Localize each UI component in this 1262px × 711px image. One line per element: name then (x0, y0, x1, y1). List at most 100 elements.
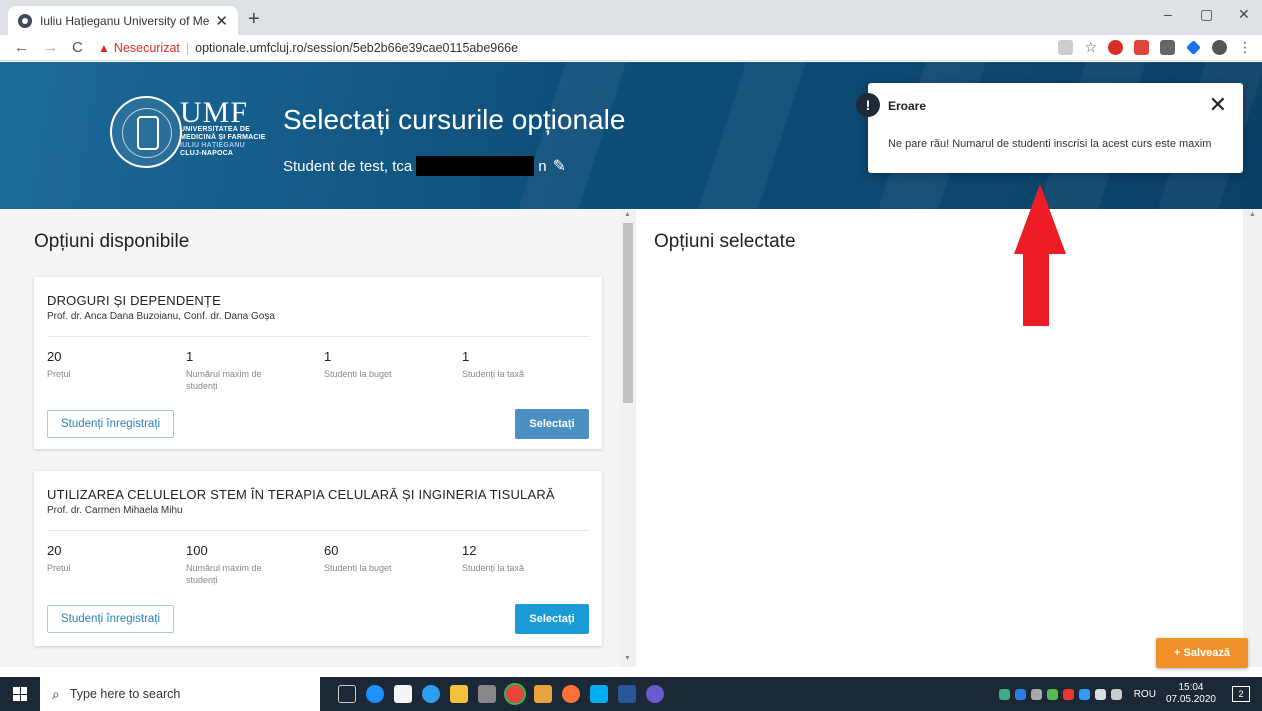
student-name: Student de test, tca n ✎ (283, 156, 566, 176)
profile-icon[interactable] (1212, 40, 1227, 55)
left-scrollbar[interactable]: ▲ ▼ (620, 209, 636, 667)
language-indicator[interactable]: ROU (1134, 689, 1156, 700)
taskbar-search[interactable]: ⌕ Type here to search (40, 677, 320, 711)
stat-label: Studenti la buget (324, 563, 392, 573)
browser-toolbar: ← → C ▲ Nesecurizat | optionale.umfcluj.… (0, 35, 1262, 61)
system-tray: ROU 15:04 07.05.2020 2 (998, 677, 1262, 711)
word-icon[interactable] (618, 685, 636, 703)
stat-label: Numărul maxim de studenți (186, 563, 262, 585)
student-name-prefix: Student de test, tca (283, 157, 413, 175)
logo-line: MEDICINĂ ȘI FARMACIE (180, 134, 266, 141)
save-button[interactable]: + Salvează (1156, 638, 1248, 668)
course-name: DROGURI ȘI DEPENDENȚE (47, 293, 221, 308)
insecure-label: Nesecurizat (113, 41, 180, 55)
toolbar-icons: ☆ ⋮ (1058, 39, 1252, 56)
clock[interactable]: 15:04 07.05.2020 (1166, 682, 1216, 706)
stat-value: 60 (324, 543, 339, 558)
available-options-title: Opțiuni disponibile (34, 231, 190, 252)
restore-button[interactable]: ▢ (1200, 6, 1213, 23)
minimize-button[interactable]: – (1164, 6, 1172, 22)
network-icon[interactable] (1094, 688, 1106, 700)
adblock-icon[interactable] (1108, 40, 1123, 55)
select-course-button[interactable]: Selectați (515, 409, 589, 439)
red-arrow-shaft (1023, 252, 1049, 326)
stat-value: 20 (47, 349, 62, 364)
volume-icon[interactable] (1110, 688, 1122, 700)
warning-icon: ▲ (98, 41, 110, 55)
tray-app-icon[interactable] (1014, 688, 1026, 700)
url-separator: | (185, 41, 190, 55)
selected-options-title: Opțiuni selectate (654, 231, 796, 252)
stat-label: Studenți la taxă (462, 369, 525, 379)
stat-max-students: 100 Numărul maxim de studenți (186, 543, 286, 586)
scroll-down-icon[interactable]: ▼ (624, 655, 631, 662)
card-divider (47, 530, 589, 531)
tab-title: Iuliu Hațieganu University of Me (40, 13, 210, 28)
taskbar-apps (338, 683, 664, 705)
scroll-up-icon[interactable]: ▲ (624, 211, 631, 218)
tray-app-icon[interactable] (998, 688, 1010, 700)
right-scrollbar[interactable]: ▲ (1243, 209, 1262, 667)
umf-logo: UMF UNIVERSITATEA DE MEDICINĂ ȘI FARMACI… (180, 98, 266, 158)
outlook-icon[interactable] (534, 685, 552, 703)
chrome-icon[interactable] (504, 683, 526, 705)
start-button[interactable] (0, 677, 40, 711)
calculator-icon[interactable] (478, 685, 496, 703)
logo-line: IULIU HAȚIEGANU (180, 142, 245, 149)
university-seal-icon (110, 96, 182, 168)
notification-icon[interactable]: 2 (1232, 686, 1250, 702)
stat-value: 1 (324, 349, 332, 364)
skype-icon[interactable] (590, 685, 608, 703)
tray-icons (998, 688, 1122, 700)
tray-app-icon[interactable] (1046, 688, 1058, 700)
course-professor: Prof. dr. Carmen Mihaela Mihu (47, 505, 183, 516)
translate-icon[interactable] (1058, 40, 1074, 55)
reload-icon[interactable]: C (72, 39, 83, 56)
window-close-button[interactable]: ✕ (1238, 6, 1250, 23)
tray-app-icon[interactable] (1062, 688, 1074, 700)
file-explorer-icon[interactable] (450, 685, 468, 703)
extension-red-icon[interactable] (1134, 40, 1149, 55)
paint-icon[interactable] (646, 685, 664, 703)
address-bar[interactable]: ▲ Nesecurizat | optionale.umfcluj.ro/ses… (98, 37, 998, 59)
bluetooth-icon[interactable] (1078, 688, 1090, 700)
ie-icon[interactable] (422, 685, 440, 703)
selected-options-panel: Opțiuni selectate (636, 209, 1243, 667)
red-arrow-head (1014, 184, 1066, 254)
tab-close-icon[interactable]: ✕ (215, 12, 228, 30)
browser-tab[interactable]: Iuliu Hațieganu University of Me ✕ (8, 6, 238, 35)
forward-icon[interactable]: → (43, 39, 58, 56)
clock-time: 15:04 (1178, 682, 1204, 693)
windows-logo-icon (13, 687, 27, 701)
windows-taskbar: ⌕ Type here to search ROU 15:04 07.05.20… (0, 677, 1262, 711)
task-view-icon[interactable] (338, 685, 356, 703)
error-toast: ! Eroare ✕ Ne pare rău! Numarul de stude… (856, 83, 1243, 173)
scrollbar-thumb[interactable] (623, 223, 633, 403)
tray-app-icon[interactable] (1030, 688, 1042, 700)
scroll-up-icon[interactable]: ▲ (1249, 211, 1256, 218)
select-course-button[interactable]: Selectați (515, 604, 589, 634)
stat-value: 1 (462, 349, 470, 364)
menu-icon[interactable]: ⋮ (1238, 39, 1252, 56)
edge-icon[interactable] (366, 685, 384, 703)
logo-line: UNIVERSITATEA DE (180, 126, 250, 133)
firefox-icon[interactable] (562, 685, 580, 703)
toast-close-icon[interactable]: ✕ (1209, 92, 1227, 118)
edit-pencil-icon[interactable]: ✎ (553, 156, 566, 176)
stat-value: 12 (462, 543, 477, 558)
back-icon[interactable]: ← (14, 39, 29, 56)
star-icon[interactable]: ☆ (1084, 39, 1097, 56)
stat-label: Studenți la taxă (462, 563, 525, 573)
extension-blue-icon[interactable] (1186, 40, 1201, 55)
extension-grey-icon[interactable] (1160, 40, 1175, 55)
store-icon[interactable] (394, 685, 412, 703)
new-tab-button[interactable]: + (248, 8, 260, 31)
header-stripe (687, 62, 813, 209)
registered-students-button[interactable]: Studenți înregistrați (47, 410, 175, 438)
student-name-suffix: n (538, 157, 547, 175)
stat-max-students: 1 Numărul maxim de studenți (186, 349, 286, 392)
registered-students-button[interactable]: Studenți înregistrați (47, 605, 175, 633)
stat-budget-students: 1 Studenti la buget (324, 349, 434, 380)
url-text: optionale.umfcluj.ro/session/5eb2b66e39c… (195, 41, 519, 55)
stat-budget-students: 60 Studenti la buget (324, 543, 434, 574)
